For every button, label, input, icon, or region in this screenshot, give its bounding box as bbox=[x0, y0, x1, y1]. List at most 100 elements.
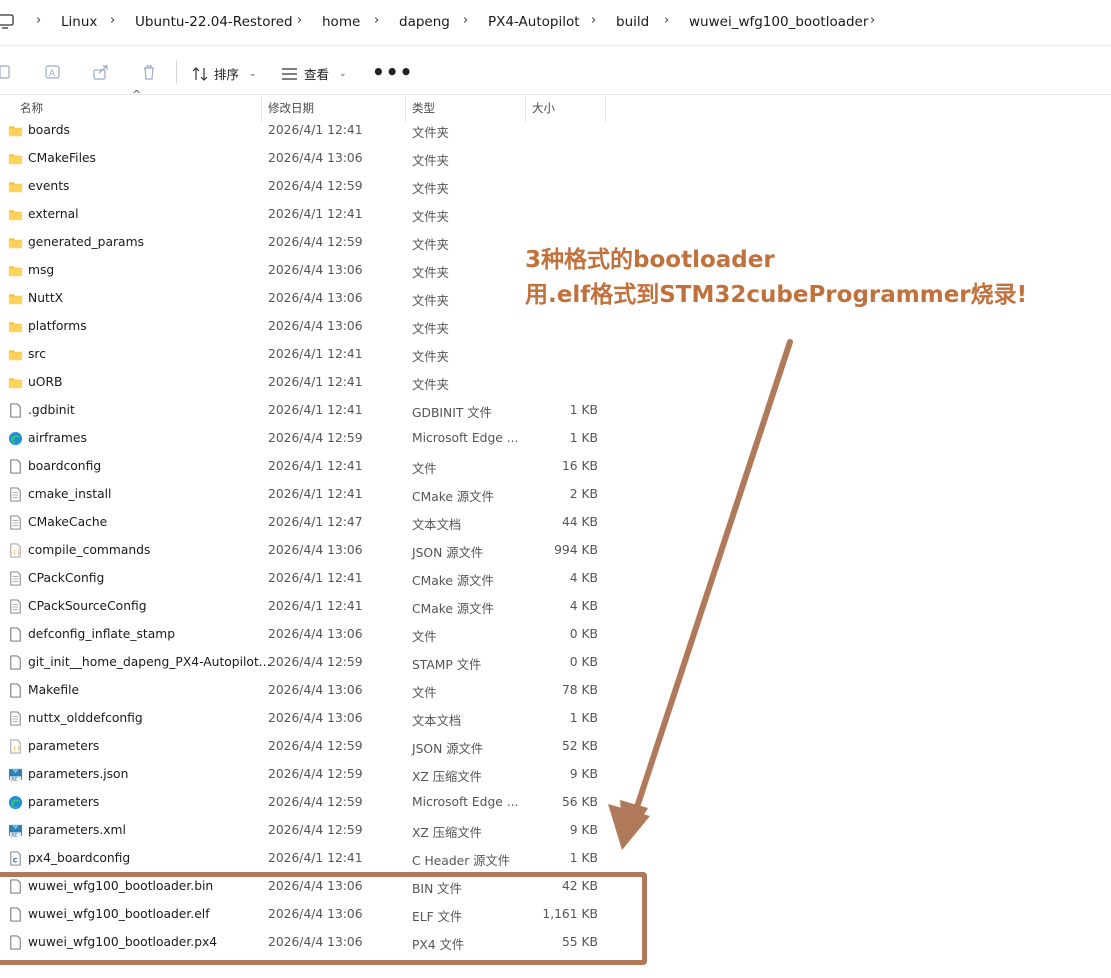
file-row[interactable]: {} compile_commands 2026/4/4 13:06 JSON 源文件… bbox=[0, 537, 640, 565]
sort-label: 排序 bbox=[214, 67, 240, 82]
text-file-icon bbox=[10, 599, 21, 614]
file-size: 994 KB bbox=[554, 543, 598, 557]
view-label: 查看 bbox=[304, 67, 330, 82]
file-type: C Header 源文件 bbox=[412, 854, 511, 868]
chevron-down-icon: ⌄ bbox=[339, 68, 347, 79]
file-type: 文件夹 bbox=[412, 182, 449, 196]
file-date: 2026/4/4 12:59 bbox=[268, 655, 363, 669]
chevron-right-icon[interactable]: › bbox=[463, 13, 468, 28]
chevron-right-icon[interactable]: › bbox=[297, 13, 302, 28]
file-type: 文件夹 bbox=[412, 154, 449, 168]
annotation-line-2: 用.elf格式到STM32cubeProgrammer烧录! bbox=[525, 282, 1028, 308]
chevron-down-icon: ⌄ bbox=[249, 68, 257, 79]
copy-icon[interactable] bbox=[0, 63, 14, 81]
file-row[interactable]: CMakeCache 2026/4/1 12:47 文本文档 44 KB bbox=[0, 509, 640, 537]
file-row[interactable]: boards 2026/4/1 12:41 文件夹 bbox=[0, 117, 640, 145]
file-row[interactable]: git_init__home_dapeng_PX4-Autopilot... 20… bbox=[0, 649, 640, 677]
file-type: 文件夹 bbox=[412, 322, 449, 336]
folder-icon bbox=[8, 378, 23, 389]
file-row[interactable]: platforms 2026/4/4 13:06 文件夹 bbox=[0, 313, 640, 341]
file-date: 2026/4/1 12:47 bbox=[268, 515, 363, 529]
file-date: 2026/4/4 12:59 bbox=[268, 823, 363, 837]
xz-archive-icon: XZ bbox=[8, 824, 23, 838]
file-type: 文本文档 bbox=[412, 714, 462, 728]
file-row[interactable]: external 2026/4/1 12:41 文件夹 bbox=[0, 201, 640, 229]
file-type: 文件夹 bbox=[412, 378, 449, 392]
chevron-right-icon[interactable]: › bbox=[36, 13, 41, 28]
file-type: JSON 源文件 bbox=[412, 546, 484, 560]
chevron-right-icon[interactable]: › bbox=[591, 13, 596, 28]
file-type: 文件夹 bbox=[412, 266, 449, 280]
file-name: boardconfig bbox=[28, 459, 102, 473]
sort-button[interactable]: 排序 ⌄ bbox=[192, 64, 257, 83]
file-row[interactable]: CPackSourceConfig 2026/4/1 12:41 CMake 源文件… bbox=[0, 593, 640, 621]
this-pc-icon[interactable] bbox=[0, 14, 14, 30]
file-icon bbox=[10, 627, 21, 642]
file-date: 2026/4/1 12:41 bbox=[268, 403, 363, 417]
file-type: 文件 bbox=[412, 630, 437, 644]
chevron-right-icon[interactable]: › bbox=[374, 13, 379, 28]
file-row[interactable]: events 2026/4/4 12:59 文件夹 bbox=[0, 173, 640, 201]
breadcrumb-item[interactable]: wuwei_wfg100_bootloader bbox=[689, 14, 868, 30]
file-date: 2026/4/4 12:59 bbox=[268, 235, 363, 249]
file-name: platforms bbox=[28, 319, 87, 333]
highlight-box bbox=[0, 872, 647, 965]
file-date: 2026/4/4 13:06 bbox=[268, 711, 363, 725]
file-row[interactable]: uORB 2026/4/1 12:41 文件夹 bbox=[0, 369, 640, 397]
file-row[interactable]: Cpx4_boardconfig 2026/4/1 12:41 C Header 源… bbox=[0, 845, 640, 873]
file-row[interactable]: airframes 2026/4/4 12:59 Microsoft Edge ..… bbox=[0, 425, 640, 453]
file-type: 文件夹 bbox=[412, 238, 449, 252]
annotation-text: 3种格式的bootloader 用.elf格式到STM32cubeProgram… bbox=[525, 243, 1027, 313]
breadcrumb-item[interactable]: dapeng bbox=[399, 14, 450, 30]
file-type: 文件夹 bbox=[412, 294, 449, 308]
json-file-icon: {} bbox=[10, 543, 21, 558]
breadcrumb-item[interactable]: home bbox=[322, 14, 360, 30]
folder-icon bbox=[8, 182, 23, 193]
file-type: STAMP 文件 bbox=[412, 658, 482, 672]
file-row[interactable]: CMakeFiles 2026/4/4 13:06 文件夹 bbox=[0, 145, 640, 173]
file-type: CMake 源文件 bbox=[412, 602, 494, 616]
chevron-right-icon[interactable]: › bbox=[870, 13, 875, 28]
file-size: 56 KB bbox=[561, 795, 598, 809]
file-row[interactable]: Makefile 2026/4/4 13:06 文件 78 KB bbox=[0, 677, 640, 705]
file-row[interactable]: CPackConfig 2026/4/1 12:41 CMake 源文件 4 KB bbox=[0, 565, 640, 593]
file-name: CPackConfig bbox=[28, 571, 105, 585]
file-name: .gdbinit bbox=[28, 403, 75, 417]
file-row[interactable]: src 2026/4/1 12:41 文件夹 bbox=[0, 341, 640, 369]
more-options-button[interactable]: ••• bbox=[372, 60, 413, 84]
file-row[interactable]: .gdbinit 2026/4/1 12:41 GDBINIT 文件 1 KB bbox=[0, 397, 640, 425]
chevron-right-icon[interactable]: › bbox=[110, 13, 115, 28]
file-row[interactable]: nuttx_olddefconfig 2026/4/4 13:06 文本文档 1 KB bbox=[0, 705, 640, 733]
file-name: airframes bbox=[28, 431, 87, 445]
breadcrumb-item[interactable]: Ubuntu-22.04-Restored bbox=[135, 14, 293, 30]
command-bar: A bbox=[0, 47, 1111, 95]
file-name: git_init__home_dapeng_PX4-Autopilot... bbox=[28, 655, 271, 669]
chevron-right-icon[interactable]: › bbox=[664, 13, 669, 28]
breadcrumb-item[interactable]: PX4-Autopilot bbox=[488, 14, 580, 30]
file-row[interactable]: XZ parameters.json 2026/4/4 12:59 XZ 压缩文件 9 … bbox=[0, 761, 640, 789]
file-row[interactable]: {} parameters 2026/4/4 12:59 JSON 源文件 52 KB bbox=[0, 733, 640, 761]
delete-icon[interactable] bbox=[140, 63, 158, 81]
svg-text:{}: {} bbox=[13, 746, 20, 752]
file-row[interactable]: defconfig_inflate_stamp 2026/4/4 13:06 文件 0… bbox=[0, 621, 640, 649]
file-size: 0 KB bbox=[569, 655, 598, 669]
view-icon bbox=[282, 67, 297, 80]
rename-icon[interactable]: A bbox=[44, 63, 62, 81]
file-row[interactable]: XZ parameters.xml 2026/4/4 12:59 XZ 压缩文件 9 K… bbox=[0, 817, 640, 845]
file-date: 2026/4/1 12:41 bbox=[268, 599, 363, 613]
breadcrumb-item[interactable]: Linux bbox=[61, 14, 97, 30]
file-name: parameters.json bbox=[28, 767, 129, 781]
file-type: CMake 源文件 bbox=[412, 490, 494, 504]
share-icon[interactable] bbox=[92, 63, 110, 81]
file-row[interactable]: cmake_install 2026/4/1 12:41 CMake 源文件 2 KB bbox=[0, 481, 640, 509]
text-file-icon bbox=[10, 515, 21, 530]
file-name: boards bbox=[28, 123, 70, 137]
file-row[interactable]: boardconfig 2026/4/1 12:41 文件 16 KB bbox=[0, 453, 640, 481]
folder-icon bbox=[8, 294, 23, 305]
text-file-icon bbox=[10, 571, 21, 586]
folder-icon bbox=[8, 126, 23, 137]
file-row[interactable]: parameters 2026/4/4 12:59 Microsoft Edge .… bbox=[0, 789, 640, 817]
file-date: 2026/4/1 12:41 bbox=[268, 571, 363, 585]
breadcrumb-item[interactable]: build bbox=[616, 14, 649, 30]
view-button[interactable]: 查看 ⌄ bbox=[281, 64, 347, 83]
